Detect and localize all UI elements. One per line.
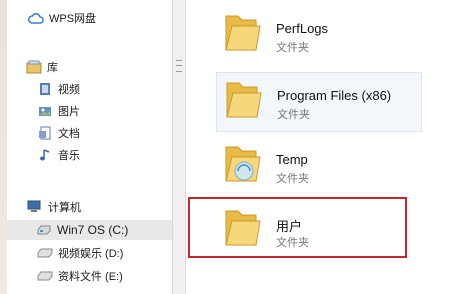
folder-name: Temp xyxy=(276,152,308,167)
nav-label-library: 库 xyxy=(47,62,58,74)
computer-icon xyxy=(27,200,43,214)
nav-label-documents: 文档 xyxy=(58,128,80,140)
cloud-icon xyxy=(28,11,44,25)
nav-label-music: 音乐 xyxy=(58,150,80,162)
folder-type: 文件夹 xyxy=(277,109,310,121)
library-icon xyxy=(26,60,42,74)
folder-name: PerfLogs xyxy=(276,21,329,36)
folder-item[interactable]: PerfLogs 文件夹 xyxy=(216,6,422,66)
nav-label-computer: 计算机 xyxy=(48,202,81,214)
folder-name: Program Files (x86) xyxy=(277,88,392,103)
drive-icon xyxy=(37,246,53,260)
nav-label-wps: WPS网盘 xyxy=(49,13,97,25)
nav-label-videos: 视频 xyxy=(58,84,80,96)
highlight-box xyxy=(188,197,407,258)
picture-icon xyxy=(37,104,53,118)
pane-splitter[interactable] xyxy=(172,0,186,294)
folder-type: 文件夹 xyxy=(276,173,309,185)
folder-icon xyxy=(220,141,266,192)
nav-label-drive-e: 资料文件 (E:) xyxy=(58,271,123,283)
nav-label-drive-d: 视频娱乐 (D:) xyxy=(58,248,124,260)
drive-icon xyxy=(36,223,52,237)
navigation-pane: WPS网盘 库 视频 图片 文档 音乐 计算机 Win7 OS (C:) 视频娱… xyxy=(0,0,172,294)
folder-icon xyxy=(221,77,267,128)
splitter-grip[interactable] xyxy=(176,60,182,72)
drive-icon xyxy=(37,269,53,283)
music-icon xyxy=(37,148,53,162)
folder-item[interactable]: Temp 文件夹 xyxy=(216,137,422,197)
folder-icon xyxy=(220,10,266,61)
nav-edge xyxy=(0,0,7,294)
nav-item-computer[interactable]: 计算机 xyxy=(27,197,192,217)
nav-label-drive-c: Win7 OS (C:) xyxy=(57,223,129,237)
nav-item-library[interactable]: 库 xyxy=(26,57,191,77)
folder-type: 文件夹 xyxy=(276,42,309,54)
nav-label-pictures: 图片 xyxy=(58,106,80,118)
video-icon xyxy=(37,82,53,96)
nav-item-wps[interactable]: WPS网盘 xyxy=(28,8,193,28)
nav-item-drive-c[interactable]: Win7 OS (C:) xyxy=(7,220,172,240)
folder-item[interactable]: Program Files (x86) 文件夹 xyxy=(216,72,422,132)
document-icon xyxy=(37,126,53,140)
